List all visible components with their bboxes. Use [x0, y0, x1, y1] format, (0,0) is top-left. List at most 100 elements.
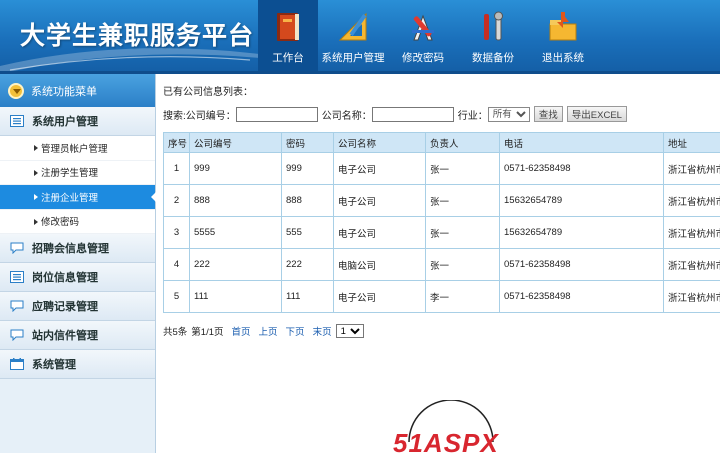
chat-icon [10, 329, 24, 341]
sidebar-header[interactable]: 系统功能菜单 [0, 74, 155, 107]
table-cell: 5555 [189, 216, 282, 249]
pager-prev-link[interactable]: 上页 [259, 324, 278, 338]
table-cell: 888 [281, 184, 334, 217]
top-header: 大学生兼职服务平台 工作台 系统用户管理 修改密码 数据备份 退出系统 [0, 0, 720, 74]
table-row[interactable]: 4 222 222 电脑公司 张一 0571-62358498 浙江省杭州市 [163, 248, 720, 281]
book-icon [277, 13, 299, 41]
table-row[interactable]: 2 888 888 电子公司 张一 15632654789 浙江省杭州市 [163, 184, 720, 217]
company-code-input[interactable] [235, 106, 318, 122]
industry-select[interactable]: 所有 [487, 106, 530, 122]
sidebar-group-label: 应聘记录管理 [32, 301, 98, 313]
calendar-icon [10, 358, 24, 370]
column-header: 地址 [663, 132, 720, 153]
sidebar-group-label: 岗位信息管理 [32, 272, 98, 284]
table-cell: 浙江省杭州市 [663, 184, 720, 217]
table-cell: 浙江省杭州市 [663, 152, 720, 185]
list-icon [10, 271, 24, 283]
company-code-label: 公司编号： [185, 110, 236, 122]
table-cell: 999 [281, 152, 334, 185]
table-cell: 电子公司 [333, 280, 426, 313]
sidebar-group-label: 站内信件管理 [32, 330, 98, 342]
column-header: 公司名称 [333, 132, 426, 153]
table-cell: 555 [281, 216, 334, 249]
sidebar-group-applications[interactable]: 应聘记录管理 [0, 292, 155, 321]
nav-system-users[interactable]: 系统用户管理 [318, 0, 388, 71]
page-title: 已有公司信息列表： [163, 87, 253, 98]
table-cell: 0571-62358498 [499, 248, 664, 281]
nav-change-password[interactable]: 修改密码 [388, 0, 458, 71]
pager-total: 共5条 [163, 327, 188, 338]
sidebar-group-job-fair[interactable]: 招聘会信息管理 [0, 234, 155, 263]
nav-data-backup[interactable]: 数据备份 [458, 0, 528, 71]
nav-label: 退出系统 [542, 52, 584, 64]
company-name-label: 公司名称： [321, 110, 372, 122]
table-cell: 浙江省杭州市 [663, 280, 720, 313]
watermark-text: 51ASPX [393, 428, 499, 453]
export-excel-button[interactable]: 导出EXCEL [566, 106, 627, 122]
chat-icon [10, 242, 24, 254]
sidebar-group-system-admin[interactable]: 系统管理 [0, 350, 155, 379]
page-jump-select[interactable]: 1 [335, 324, 364, 338]
sidebar-item-change-password[interactable]: 修改密码 [0, 209, 155, 234]
column-header: 序号 [163, 132, 190, 153]
table-cell: 电子公司 [333, 152, 426, 185]
column-header: 负责人 [425, 132, 500, 153]
table-cell: 15632654789 [499, 184, 664, 217]
column-header: 公司编号 [189, 132, 282, 153]
table-row[interactable]: 3 5555 555 电子公司 张一 15632654789 浙江省杭州市 [163, 216, 720, 249]
chevron-down-icon [8, 82, 24, 99]
sidebar-title: 系统功能菜单 [31, 85, 97, 98]
sidebar-group-positions[interactable]: 岗位信息管理 [0, 263, 155, 292]
chat-icon [10, 300, 24, 312]
table-cell: 张一 [425, 248, 500, 281]
nav-workbench[interactable]: 工作台 [258, 0, 318, 71]
column-header: 密码 [281, 132, 334, 153]
table-cell: 浙江省杭州市 [663, 216, 720, 249]
pager-last-link[interactable]: 末页 [313, 324, 332, 338]
nav-exit[interactable]: 退出系统 [528, 0, 598, 71]
sidebar-group-messages[interactable]: 站内信件管理 [0, 321, 155, 350]
nav-label: 数据备份 [472, 52, 514, 64]
table-cell: 1 [163, 152, 190, 185]
pager-next-link[interactable]: 下页 [286, 324, 305, 338]
sidebar-item-label: 修改密码 [41, 217, 80, 229]
nav-label: 系统用户管理 [321, 52, 385, 64]
industry-label: 行业： [457, 110, 488, 122]
table-row[interactable]: 5 111 111 电子公司 李一 0571-62358498 浙江省杭州市 [163, 280, 720, 313]
sidebar: 系统功能菜单 系统用户管理 管理员帐户管理 注册学生管理 注册企业管理 修改密码… [0, 74, 156, 453]
nav-label: 工作台 [272, 52, 304, 64]
wrench-icon [484, 11, 503, 41]
company-name-input[interactable] [371, 106, 454, 122]
column-header: 电话 [499, 132, 664, 153]
sidebar-item-student-registration[interactable]: 注册学生管理 [0, 160, 155, 185]
search-bar: 搜索: 公司编号： 公司名称： 行业： 所有 查找 导出EXCEL [163, 106, 631, 122]
sidebar-item-company-registration[interactable]: 注册企业管理 [0, 185, 156, 210]
sidebar-item-admin-accounts[interactable]: 管理员帐户管理 [0, 136, 155, 161]
sidebar-group-system-users[interactable]: 系统用户管理 [0, 107, 155, 136]
table-cell: 张一 [425, 216, 500, 249]
table-header-row: 序号 公司编号 密码 公司名称 负责人 电话 地址 [163, 132, 720, 153]
sidebar-item-label: 管理员帐户管理 [41, 143, 108, 155]
pager-page-info: 第1/1页 [191, 327, 224, 338]
table-cell: 222 [189, 248, 282, 281]
table-cell: 2 [163, 184, 190, 217]
search-button[interactable]: 查找 [533, 106, 563, 122]
table-row[interactable]: 1 999 999 电子公司 张一 0571-62358498 浙江省杭州市 [163, 152, 720, 185]
tools-icon [412, 14, 434, 41]
nav-label: 修改密码 [402, 52, 444, 64]
list-icon [10, 115, 24, 127]
pagination: 共5条 第1/1页 首页 上页 下页 末页 1 [163, 324, 364, 338]
table-cell: 0571-62358498 [499, 152, 664, 185]
sidebar-group-label: 系统管理 [32, 359, 76, 371]
app-window: 大学生兼职服务平台 工作台 系统用户管理 修改密码 数据备份 退出系统 系统功能… [0, 0, 720, 453]
table-cell: 电子公司 [333, 216, 426, 249]
table-cell: 电子公司 [333, 184, 426, 217]
pager-first-link[interactable]: 首页 [232, 324, 251, 338]
sidebar-item-label: 注册企业管理 [41, 192, 99, 204]
top-nav: 工作台 系统用户管理 修改密码 数据备份 退出系统 [258, 0, 598, 74]
table-cell: 5 [163, 280, 190, 313]
sidebar-item-label: 注册学生管理 [41, 168, 99, 180]
table-cell: 999 [189, 152, 282, 185]
table-cell: 4 [163, 248, 190, 281]
table-cell: 张一 [425, 184, 500, 217]
